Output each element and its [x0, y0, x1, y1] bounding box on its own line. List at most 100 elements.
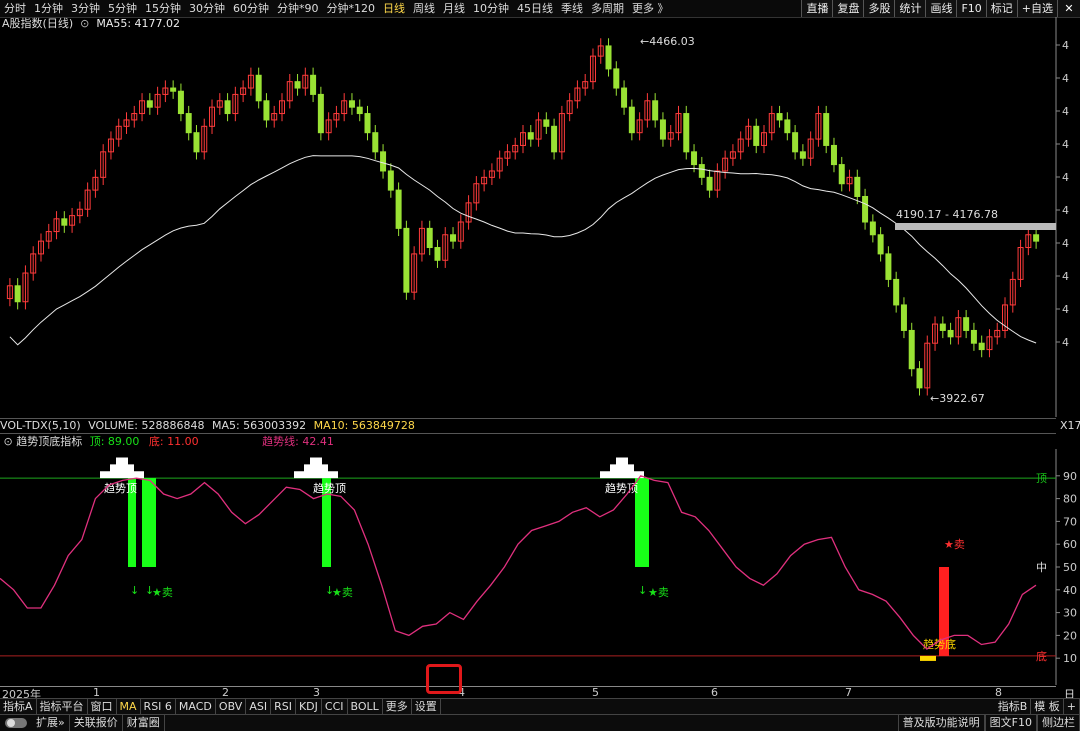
- top-button-5[interactable]: F10: [956, 0, 986, 17]
- status-right-0[interactable]: 普及版功能说明: [897, 715, 985, 731]
- tab-3[interactable]: MA: [117, 699, 141, 715]
- candle-body-21: [170, 87, 177, 92]
- period-3[interactable]: 5分钟: [104, 0, 141, 17]
- candle-body-7: [61, 218, 68, 226]
- candle-body-117: [916, 368, 923, 389]
- period-0[interactable]: 分时: [0, 0, 30, 17]
- period-14[interactable]: 季线: [557, 0, 587, 17]
- status-right-2[interactable]: 侧边栏: [1037, 715, 1080, 731]
- candle-body-50: [395, 189, 402, 229]
- tab-9[interactable]: KDJ: [296, 699, 322, 715]
- tab-right-1[interactable]: 模 板: [1031, 699, 1064, 715]
- bottom-marker-block: [920, 655, 936, 661]
- period-7[interactable]: 分钟*90: [273, 0, 323, 17]
- right-edge-label: X17: [1060, 419, 1080, 432]
- status-left-1[interactable]: 关联报价: [70, 715, 123, 731]
- candle-body-1: [14, 285, 21, 303]
- period-9[interactable]: 日线: [379, 0, 409, 17]
- period-6[interactable]: 60分钟: [229, 0, 273, 17]
- ind-tick-label-30: 30: [1063, 607, 1077, 620]
- sell-red-label: ★卖: [944, 538, 965, 551]
- candle-body-83: [652, 100, 659, 121]
- top-button-0[interactable]: 直播: [801, 0, 833, 17]
- candle-body-24: [193, 132, 200, 153]
- toggle-icon[interactable]: [5, 718, 27, 728]
- candle-body-84: [659, 119, 666, 140]
- period-1[interactable]: 1分钟: [30, 0, 67, 17]
- top-button-6[interactable]: 标记: [985, 0, 1017, 17]
- tab-12[interactable]: 更多: [383, 699, 412, 715]
- tab-right-0[interactable]: 指标B: [995, 699, 1032, 715]
- status-right-1[interactable]: 图文F10: [984, 715, 1037, 731]
- candlestick-chart[interactable]: 4 4 4 4 4 4 4 4 4 4 ←4466.03 ←3922.67 4190.17 - 4176…: [0, 17, 1080, 417]
- tab-13[interactable]: 设置: [412, 699, 441, 715]
- candle-body-67: [527, 132, 534, 140]
- top-peak-1: [294, 457, 338, 479]
- price-tick-label-6: 4: [1062, 237, 1069, 250]
- trend-indicator-chart[interactable]: 908070605040302010顶中底趋势顶 趋势顶 趋势顶趋势底↓ ↓ ↓ ↓★卖 ★…: [0, 449, 1080, 685]
- candle-body-28: [224, 100, 231, 115]
- status-bar: 扩展» 关联报价 财富圈 普及版功能说明 图文F10 侧边栏: [0, 714, 1080, 731]
- period-13[interactable]: 45日线: [513, 0, 557, 17]
- period-15[interactable]: 多周期: [587, 0, 628, 17]
- candle-body-113: [885, 253, 892, 280]
- tab-0[interactable]: 指标A: [0, 699, 37, 715]
- candle-body-132: [1033, 234, 1040, 242]
- candle-body-40: [317, 93, 324, 134]
- candle-body-18: [146, 100, 153, 108]
- candle-body-112: [877, 234, 884, 255]
- tab-2[interactable]: 窗口: [88, 699, 117, 715]
- top-peak-0: [100, 457, 144, 479]
- tab-7[interactable]: ASI: [246, 699, 272, 715]
- tab-5[interactable]: MACD: [176, 699, 216, 715]
- sell-label-1: ★卖: [332, 586, 353, 599]
- tab-11[interactable]: BOLL: [348, 699, 383, 715]
- top-marker-label-0: 趋势顶: [104, 482, 137, 495]
- candle-body-110: [862, 195, 869, 223]
- top-button-1[interactable]: 复盘: [832, 0, 864, 17]
- indicator-top: 顶: 89.00: [89, 435, 140, 448]
- period-12[interactable]: 10分钟: [469, 0, 513, 17]
- price-tick-label-3: 4: [1062, 138, 1069, 151]
- status-left-0[interactable]: 扩展»: [32, 715, 70, 731]
- period-5[interactable]: 30分钟: [185, 0, 229, 17]
- period-16[interactable]: 更多 》: [628, 0, 673, 17]
- candle-body-45: [356, 106, 363, 115]
- candle-body-55: [434, 247, 441, 261]
- tab-6[interactable]: OBV: [216, 699, 247, 715]
- close-icon[interactable]: ✕: [1057, 0, 1080, 17]
- candle-body-54: [426, 227, 433, 249]
- top-button-3[interactable]: 统计: [894, 0, 926, 17]
- indicator-bottom: 底: 11.00: [148, 435, 199, 448]
- low-label: ←3922.67: [930, 392, 985, 405]
- candle-body-111: [869, 221, 876, 236]
- ind-tick-label-40: 40: [1063, 584, 1077, 597]
- candle-body-116: [908, 329, 915, 370]
- price-tick-label-7: 4: [1062, 270, 1069, 283]
- tab-right-2[interactable]: +: [1064, 699, 1080, 715]
- candle-body-39: [310, 74, 317, 95]
- top-button-4[interactable]: 画线: [925, 0, 957, 17]
- candle-body-48: [380, 151, 387, 172]
- period-8[interactable]: 分钟*120: [323, 0, 380, 17]
- top-button-2[interactable]: 多股: [863, 0, 895, 17]
- tab-10[interactable]: CCI: [322, 699, 348, 715]
- tab-1[interactable]: 指标平台: [37, 699, 88, 715]
- candle-body-80: [628, 106, 635, 134]
- period-11[interactable]: 月线: [439, 0, 469, 17]
- period-10[interactable]: 周线: [409, 0, 439, 17]
- expand-icon: ⊙: [0, 435, 13, 448]
- tab-4[interactable]: RSI 6: [141, 699, 176, 715]
- top-button-7[interactable]: +自选: [1016, 0, 1057, 17]
- right-top-label: 顶: [1036, 472, 1047, 485]
- tab-8[interactable]: RSI: [271, 699, 296, 715]
- status-left-2[interactable]: 财富圈: [123, 715, 165, 731]
- range-label: 4190.17 - 4176.78: [896, 208, 998, 221]
- top-marker-label-1: 趋势顶: [313, 482, 346, 495]
- sell-label-2: ★卖: [648, 586, 669, 599]
- candle-body-46: [364, 113, 371, 134]
- period-2[interactable]: 3分钟: [67, 0, 104, 17]
- period-4[interactable]: 15分钟: [141, 0, 185, 17]
- price-tick-label-8: 4: [1062, 303, 1069, 316]
- candle-body-77: [605, 45, 612, 70]
